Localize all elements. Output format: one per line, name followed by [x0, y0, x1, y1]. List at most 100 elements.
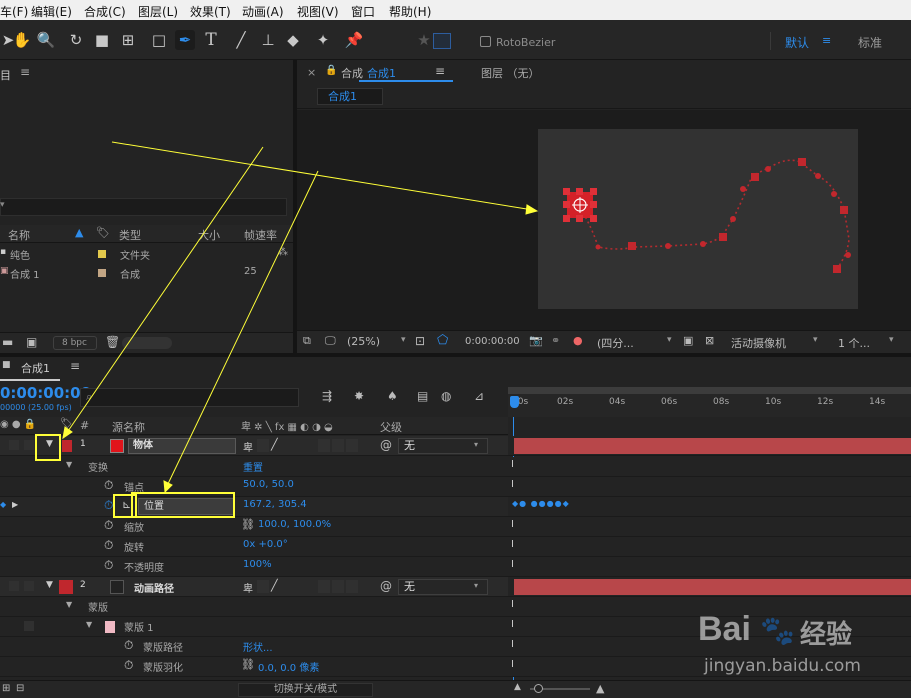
mask-visibility-icon[interactable]: ⬠ — [437, 333, 448, 348]
position-keyframes[interactable]: ◆● ●●●●◆ — [512, 499, 570, 508]
stopwatch-icon[interactable]: ⏱ — [104, 518, 113, 533]
time-ruler[interactable]: 00s 02s 04s 06s 08s 10s 12s 14s — [508, 387, 911, 417]
property-row[interactable]: ⏱ 蒙版路径 形状... — [0, 637, 508, 657]
brush-tool-icon[interactable]: ╱ — [231, 30, 251, 50]
show-snapshot-icon[interactable]: ⚭ — [551, 334, 560, 347]
pick-whip-icon[interactable]: @ — [380, 438, 392, 452]
chevron-down-icon[interactable]: ▾ — [474, 440, 478, 449]
position-value[interactable]: 167.2, 305.4 — [243, 499, 307, 510]
chevron-down-icon[interactable]: ▾ — [474, 581, 478, 590]
stopwatch-icon[interactable]: ⏱ — [124, 638, 133, 653]
menu-effect[interactable]: 效果(T) — [190, 3, 231, 20]
constrain-proportions-icon[interactable]: ⛓ — [241, 518, 255, 531]
trash-icon[interactable]: 🗑 — [105, 335, 120, 349]
rectangle-tool-icon[interactable]: □ — [149, 30, 169, 50]
layer-row[interactable]: ▼ 2 动画路径 卑 ╱ @ 无 ▾ — [0, 577, 508, 597]
rotobezier-checkbox[interactable] — [480, 36, 491, 47]
shy-switch-icon[interactable]: 卑 — [243, 439, 253, 454]
property-row[interactable]: ◆ ▶ ⏱ ⊾ 位置 167.2, 305.4 — [0, 497, 508, 517]
video-toggle[interactable] — [9, 581, 19, 591]
views-dropdown[interactable]: 1 个... — [838, 335, 870, 351]
property-row[interactable]: ⏱ 旋转 0x +0.0° — [0, 537, 508, 557]
menu-view[interactable]: 视图(V) — [297, 3, 339, 20]
camera-view-dropdown[interactable]: 活动摄像机 — [731, 335, 786, 351]
chevron-down-icon[interactable]: ▾ — [889, 335, 894, 345]
current-time-display[interactable]: 0:00:00:00 — [465, 336, 520, 347]
col-type[interactable]: 类型 — [119, 227, 141, 243]
timeline-menu-icon[interactable]: ≡ — [70, 359, 80, 373]
project-search-input[interactable] — [0, 198, 287, 216]
monitor-icon[interactable]: 🖵 — [325, 334, 336, 348]
menu-file[interactable]: 车(F) — [0, 3, 28, 20]
col-fps[interactable]: 帧速率 — [244, 227, 277, 243]
collapse-switch[interactable] — [257, 439, 269, 452]
timeline-tab[interactable]: 合成1 — [21, 360, 50, 376]
close-tab-icon[interactable]: × — [307, 66, 316, 79]
graph-editor-icon[interactable]: ⊿ — [474, 389, 484, 403]
constrain-proportions-icon[interactable]: ⛓ — [241, 658, 255, 671]
transform-group[interactable]: ▼ 变换 重置 — [0, 457, 508, 477]
solo-toggle[interactable] — [24, 440, 34, 450]
flowchart-icon[interactable]: ⁂ — [278, 247, 288, 258]
shy-layers-icon[interactable]: ♠ — [387, 389, 398, 403]
solo-toggle[interactable] — [24, 581, 34, 591]
chevron-down-icon[interactable]: ▾ — [401, 335, 406, 345]
current-time[interactable]: 0:00:00:00 — [0, 384, 91, 402]
layer-panel-tab[interactable]: 图层 （无） — [481, 65, 540, 81]
snapshot-icon[interactable]: 📷 — [529, 334, 543, 347]
scale-value[interactable]: 100.0, 100.0% — [258, 519, 331, 530]
keyframe-nav-icon[interactable]: ◆ — [0, 500, 6, 509]
mask-feather-value[interactable]: 0.0, 0.0 像素 — [258, 659, 319, 674]
layer-switches-icon[interactable]: ⊞ — [2, 683, 10, 694]
menu-composition[interactable]: 合成(C) — [84, 3, 126, 20]
workspace-standard[interactable]: 标准 — [858, 34, 882, 51]
zoom-tool-icon[interactable]: 🔍 — [36, 30, 56, 50]
viewer-menu-icon[interactable]: ≡ — [435, 64, 445, 78]
menu-animation[interactable]: 动画(A) — [242, 3, 284, 20]
collapse-switch[interactable] — [257, 580, 269, 593]
rotation-value[interactable]: 0x +0.0° — [243, 539, 288, 550]
hand-tool-icon[interactable]: ✋ — [12, 30, 32, 50]
draft-3d-icon[interactable]: ✸ — [354, 389, 364, 403]
resolution-dropdown[interactable]: (四分... — [597, 335, 634, 351]
anchor-value[interactable]: 50.0, 50.0 — [243, 479, 294, 490]
pick-whip-icon[interactable]: @ — [380, 579, 392, 593]
menu-help[interactable]: 帮助(H) — [389, 3, 431, 20]
opacity-value[interactable]: 100% — [243, 559, 272, 570]
new-composition-icon[interactable]: ▣ — [26, 335, 37, 349]
mask-lock-toggle[interactable] — [24, 621, 34, 631]
rotate-tool-icon[interactable]: ↻ — [66, 30, 86, 50]
type-tool-icon[interactable]: T — [201, 30, 221, 50]
puppet-tool-icon[interactable]: 📌 — [344, 30, 364, 50]
always-preview-icon[interactable]: ⧉ — [303, 334, 311, 348]
col-size[interactable]: 大小 — [198, 227, 220, 243]
layer-name[interactable]: 动画路径 — [134, 580, 174, 595]
lock-icon[interactable]: 🔒 — [325, 65, 337, 76]
menu-window[interactable]: 窗口 — [351, 3, 375, 20]
layer-row[interactable]: ▼ 1 物体 卑 ╱ @ 无 ▾ — [0, 436, 508, 456]
frame-blending-icon[interactable]: ▤ — [417, 389, 428, 403]
adjustment-switch[interactable] — [332, 439, 344, 452]
col-parent[interactable]: 父级 — [380, 419, 402, 435]
project-item[interactable]: ▣ 合成 1 合成 25 — [0, 264, 293, 282]
new-folder-icon[interactable]: ▬ — [2, 335, 13, 349]
expand-triangle-icon[interactable]: ▼ — [46, 580, 53, 590]
stopwatch-icon[interactable]: ⏱ — [104, 478, 113, 493]
col-source-name[interactable]: 源名称 — [112, 419, 145, 435]
color-channels-icon[interactable]: ● — [573, 334, 583, 347]
pan-behind-tool-icon[interactable]: ⊞ — [118, 30, 138, 50]
menu-layer[interactable]: 图层(L) — [138, 3, 178, 20]
panel-menu-icon[interactable]: ≡ — [20, 65, 30, 79]
fit-icon[interactable]: ⊡ — [415, 334, 425, 348]
playhead-handle[interactable] — [510, 396, 519, 408]
layer-duration-bar[interactable] — [514, 579, 911, 595]
expand-triangle-icon[interactable]: ▼ — [66, 600, 72, 609]
mask-color-chip[interactable] — [105, 621, 115, 633]
zoom-dropdown[interactable]: (25%) — [347, 335, 380, 348]
stopwatch-icon[interactable]: ⏱ — [104, 558, 113, 573]
breadcrumb-comp[interactable]: 合成1 — [317, 88, 383, 105]
adjustment-switch[interactable] — [332, 580, 344, 593]
expand-triangle-icon[interactable]: ▼ — [66, 460, 72, 469]
work-area-bar[interactable] — [508, 387, 911, 394]
stopwatch-active-icon[interactable]: ⏱ — [104, 498, 113, 513]
